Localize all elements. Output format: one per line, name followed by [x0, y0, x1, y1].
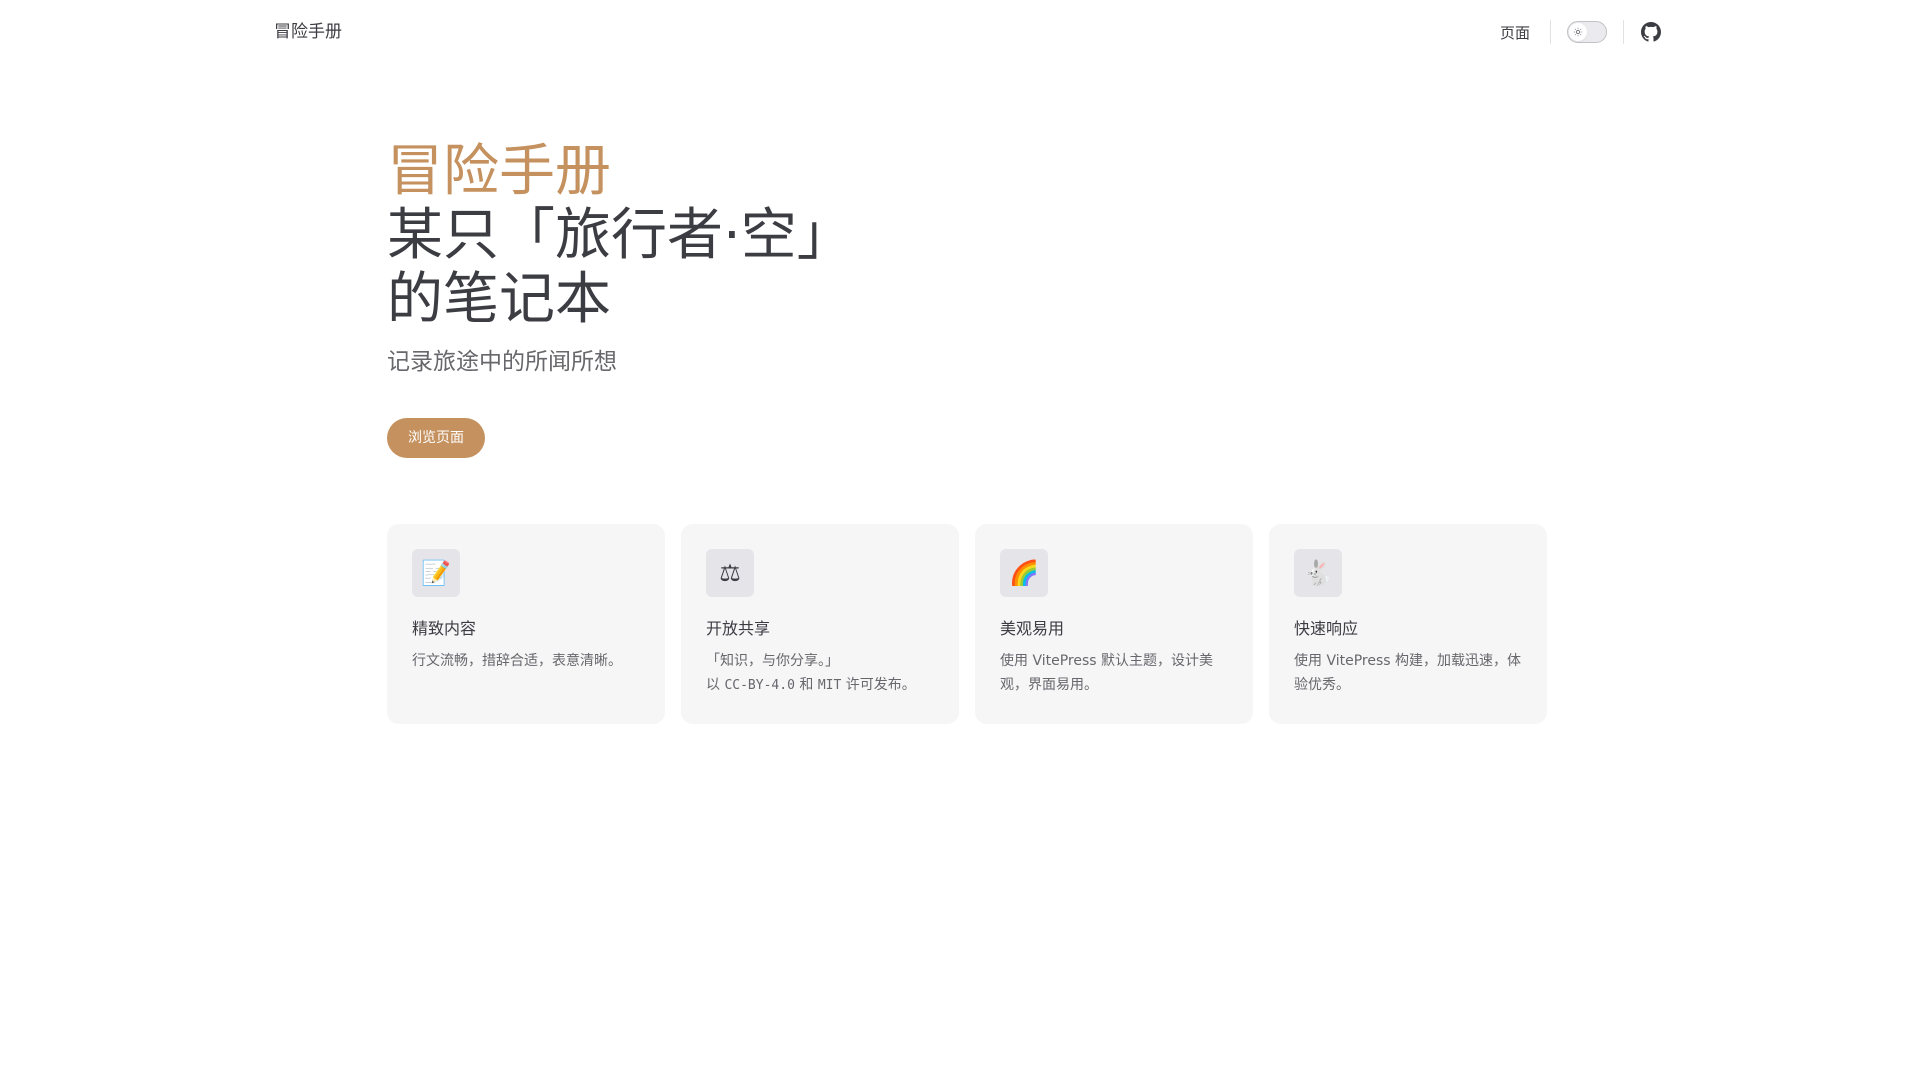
sun-icon — [1569, 23, 1587, 41]
balance-scale-icon: ⚖ — [706, 549, 754, 597]
nav-link-pages[interactable]: 页面 — [1496, 22, 1534, 43]
feature-details: 行文流畅，措辞合适，表意清晰。 — [412, 653, 622, 669]
feature-details-line: 「知识，与你分享。」 — [706, 653, 839, 669]
feature-title: 精致内容 — [412, 619, 477, 638]
hero-text: 某只「旅行者·空」的笔记本 — [387, 203, 853, 332]
nav-divider — [1623, 20, 1624, 44]
details-text: 和 — [794, 677, 818, 693]
rainbow-icon: 🌈 — [1000, 549, 1048, 597]
appearance-toggle[interactable] — [1567, 21, 1607, 43]
feature-card: 🐇 快速响应 使用 VitePress 构建，加载迅速，体验优秀。 — [1269, 524, 1547, 724]
feature-card: 📝 精致内容 行文流畅，措辞合适，表意清晰。 — [387, 524, 665, 724]
license-code: CC-BY-4.0 — [724, 678, 795, 693]
navbar: 冒险手册 页面 — [0, 0, 1920, 64]
hero-name: 冒险手册 — [387, 139, 611, 204]
details-text: 许可发布。 — [841, 677, 916, 693]
hero-actions: 浏览页面 — [387, 418, 1287, 458]
nav-right: 页面 — [1496, 16, 1662, 48]
site-title[interactable]: 冒险手册 — [274, 20, 342, 44]
license-code: MIT — [817, 678, 842, 693]
github-icon[interactable] — [1640, 21, 1662, 43]
hero-tagline: 记录旅途中的所闻所想 — [387, 349, 617, 375]
feature-title: 美观易用 — [1000, 619, 1065, 638]
feature-details: 使用 VitePress 构建，加载迅速，体验优秀。 — [1294, 653, 1522, 693]
feature-title: 快速响应 — [1294, 619, 1359, 638]
features: 📝 精致内容 行文流畅，措辞合适，表意清晰。 ⚖ 开放共享 「知识，与你分享。」… — [387, 524, 1547, 724]
browse-pages-button[interactable]: 浏览页面 — [387, 418, 485, 458]
feature-card: 🌈 美观易用 使用 VitePress 默认主题，设计美观，界面易用。 — [975, 524, 1253, 724]
rabbit-icon: 🐇 — [1294, 549, 1342, 597]
memo-icon: 📝 — [412, 549, 460, 597]
feature-card: ⚖ 开放共享 「知识，与你分享。」 以 CC-BY-4.0 和 MIT 许可发布… — [681, 524, 959, 724]
hero: 冒险手册 某只「旅行者·空」的笔记本 记录旅途中的所闻所想 浏览页面 — [387, 140, 1287, 458]
details-text: 以 — [706, 677, 725, 693]
feature-details: 「知识，与你分享。」 以 CC-BY-4.0 和 MIT 许可发布。 — [706, 649, 934, 698]
feature-details-line: 以 CC-BY-4.0 和 MIT 许可发布。 — [706, 673, 934, 698]
nav-divider — [1550, 20, 1551, 44]
feature-title: 开放共享 — [706, 619, 771, 638]
feature-details: 使用 VitePress 默认主题，设计美观，界面易用。 — [1000, 653, 1214, 693]
